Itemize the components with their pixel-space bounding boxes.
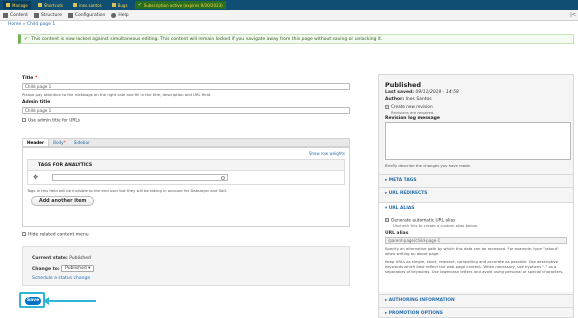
section-promotion[interactable]: ▸ PROMOTION OPTIONS xyxy=(379,307,573,318)
wrench-icon xyxy=(67,12,73,18)
author: Author: Ines Santos xyxy=(385,97,432,102)
schedule-status-link[interactable]: Schedule a status change xyxy=(32,276,90,281)
revision-log-textarea[interactable] xyxy=(385,122,571,160)
menu-content[interactable]: Content xyxy=(3,12,28,18)
save-highlight: Save xyxy=(19,292,45,308)
arrow-icon xyxy=(43,297,96,305)
title-description: Please pay attention to the metatags on … xyxy=(22,92,212,97)
use-admin-title-checkbox[interactable]: Use admin title for URLs xyxy=(22,118,80,124)
checkbox-checked-icon xyxy=(385,218,389,222)
admin-toolbar: Manage Shortcuts ines.santos Bugs ✔ Subsc… xyxy=(0,0,578,10)
user-icon xyxy=(73,3,78,7)
admin-menu-bar: Content Structure Configuration Help |< xyxy=(0,10,578,21)
section-authoring[interactable]: ▸ AUTHORING INFORMATION xyxy=(379,294,573,306)
title-label: Title * xyxy=(22,76,38,81)
layout-tabs: Header Body* Sidebar xyxy=(22,138,350,147)
url-alias-section: ▾ URL ALIAS Generate automatic URL alias… xyxy=(379,202,573,292)
toolbar-user[interactable]: ines.santos xyxy=(70,1,105,9)
check-icon: ✔ xyxy=(137,2,142,8)
url-alias-input[interactable]: /parent-page/child-page-1 xyxy=(385,237,567,244)
toolbar-shortcuts[interactable]: Shortcuts xyxy=(35,1,66,9)
save-button[interactable]: Save xyxy=(25,297,41,305)
change-to-select[interactable]: Published ▾ xyxy=(61,265,95,272)
revisions-required-note: Revisions are required. xyxy=(391,110,435,115)
checkbox-icon xyxy=(22,118,26,122)
title-input[interactable]: Child page 1 xyxy=(22,83,350,90)
change-to: Change to: Published ▾ xyxy=(32,265,95,272)
menu-icon xyxy=(6,3,10,7)
admin-title-label: Admin title xyxy=(22,100,51,105)
tags-description: Tags in this field will be invisible to … xyxy=(27,188,228,193)
tags-header: TAGS FOR ANALYTICS xyxy=(27,159,345,171)
breadcrumb[interactable]: Home » Child page 1 xyxy=(8,22,55,27)
toolbar-manage[interactable]: Manage xyxy=(3,1,31,9)
show-row-weights-link[interactable]: Show row weights xyxy=(309,151,345,156)
autocomplete-icon xyxy=(221,176,225,180)
current-state: Current state: Published xyxy=(32,256,91,261)
help-icon xyxy=(111,12,117,18)
checkbox-checked-icon xyxy=(385,105,389,109)
url-alias-label: URL alias xyxy=(385,231,409,236)
add-another-item-button[interactable]: Add another item xyxy=(31,196,95,206)
structure-icon xyxy=(33,12,39,18)
revision-log-description: Briefly describe the changes you have ma… xyxy=(385,163,472,168)
header-panel: Show row weights TAGS FOR ANALYTICS ✥ Ta… xyxy=(22,147,350,227)
revision-log-label: Revision log message xyxy=(385,116,440,121)
menu-help[interactable]: Help xyxy=(111,12,129,18)
last-saved: Last saved: 09/11/2019 - 14:58 xyxy=(385,90,459,95)
url-alias-desc-1: Specify an alternative path by which thi… xyxy=(385,246,559,256)
tags-row: ✥ xyxy=(27,171,345,185)
menu-configuration[interactable]: Configuration xyxy=(67,12,105,18)
section-url-alias[interactable]: ▾ URL ALIAS xyxy=(379,203,573,215)
lock-notice: ✔ This content is now locked against sim… xyxy=(18,34,574,44)
checkbox-icon xyxy=(22,232,26,236)
star-icon xyxy=(37,3,42,7)
moderation-state-box: Current state: Published Change to: Publ… xyxy=(22,246,350,286)
create-revision-checkbox[interactable]: Create new revision xyxy=(385,104,433,109)
toolbar-orientation-icon[interactable]: |< xyxy=(570,12,576,18)
section-meta-tags[interactable]: ▸ META TAGS xyxy=(379,174,573,186)
url-alias-desc-2: Keep URLs as simple, short, relevant, co… xyxy=(385,259,564,274)
tags-input[interactable] xyxy=(52,174,228,181)
toolbar-subscription[interactable]: ✔ Subscription active (expires 9/30/2023) xyxy=(134,1,226,9)
published-title: Published xyxy=(385,81,422,89)
toolbar-bugs[interactable]: Bugs xyxy=(109,1,131,9)
section-url-redirects[interactable]: ▸ URL REDIRECTS xyxy=(379,187,573,199)
menu-structure[interactable]: Structure xyxy=(33,12,62,18)
content-icon xyxy=(3,12,8,18)
checkmark-icon: ✔ xyxy=(24,36,29,42)
drag-handle-icon[interactable]: ✥ xyxy=(33,174,38,181)
tab-sidebar[interactable]: Sidebar xyxy=(70,139,94,146)
generate-alias-note: Uncheck this to create a custom alias be… xyxy=(393,223,478,228)
bug-icon xyxy=(111,3,116,7)
hide-related-checkbox[interactable]: Hide related content menu xyxy=(22,232,89,238)
admin-title-input[interactable]: Child page 1 xyxy=(22,107,350,114)
tab-body[interactable]: Body* xyxy=(49,139,70,146)
tab-header[interactable]: Header xyxy=(23,139,50,146)
meta-sidebar: Published Last saved: 09/11/2019 - 14:58… xyxy=(378,74,574,318)
